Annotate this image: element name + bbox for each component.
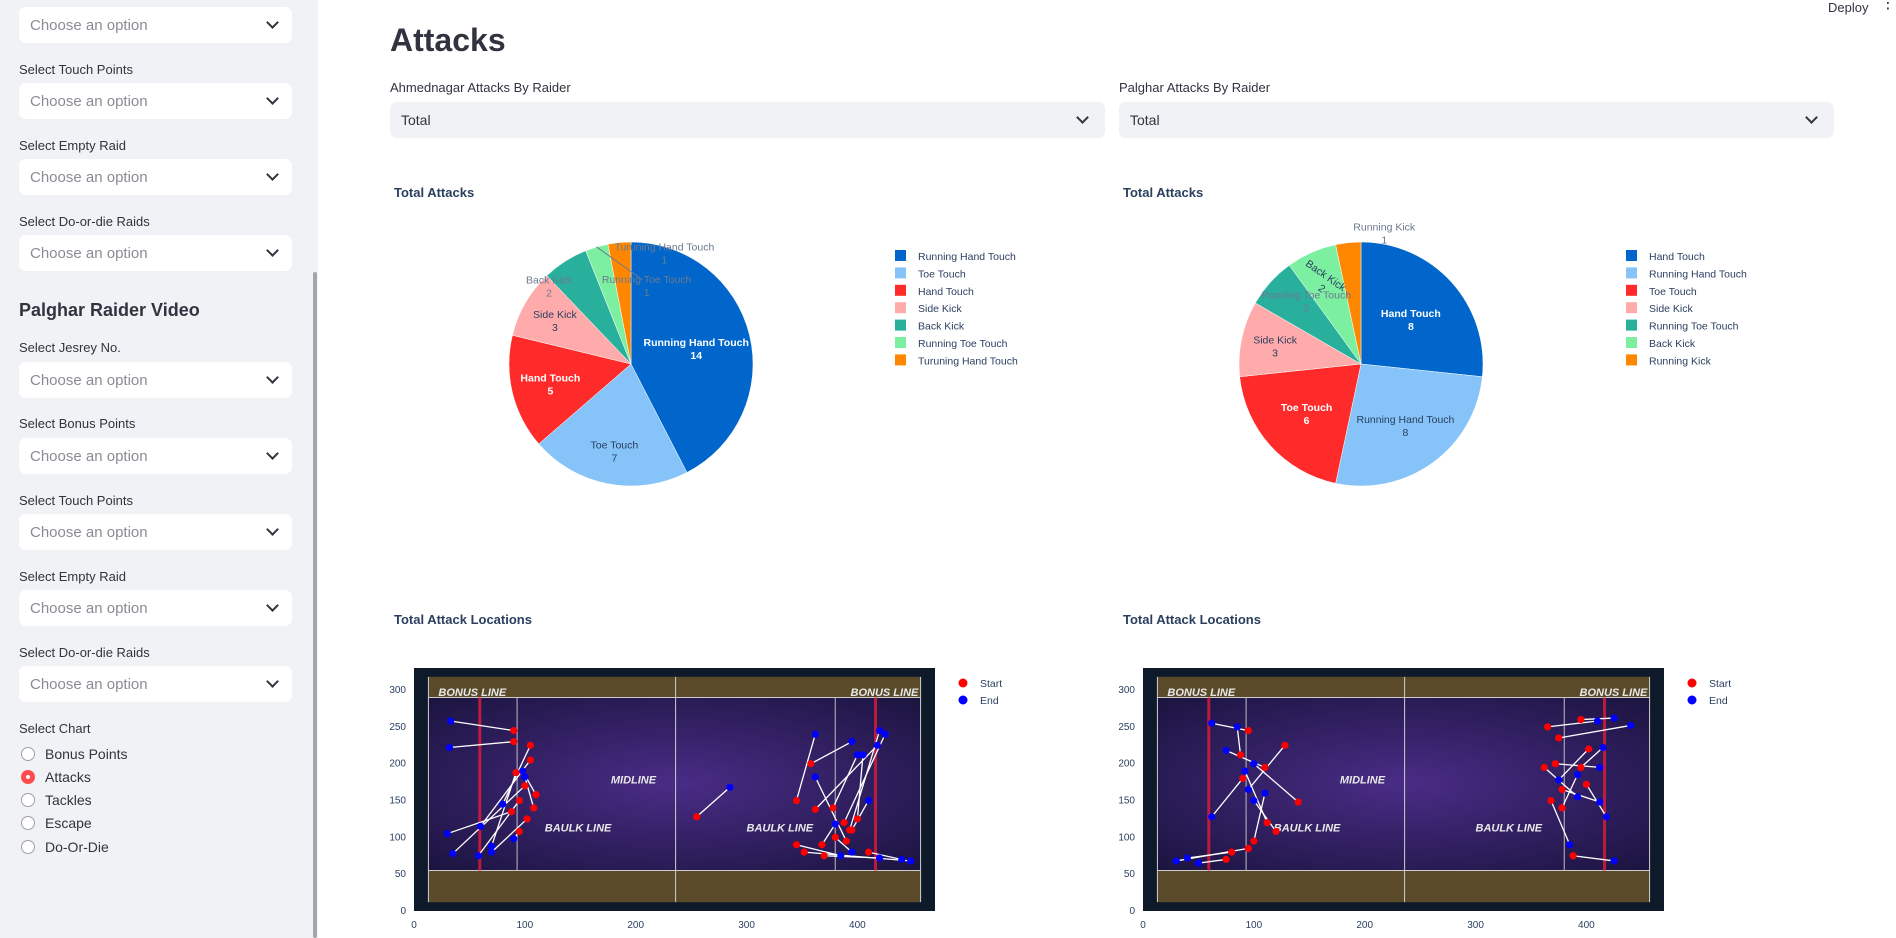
legend-end-label: End (1709, 695, 1728, 707)
end-point (1208, 719, 1216, 727)
start-point (1263, 819, 1271, 827)
end-point (1250, 796, 1258, 805)
start-point (1585, 745, 1593, 753)
right-scatter-chart: BONUS LINE BONUS LINE MIDLINE BAULK LINE BAU… (1118, 668, 1731, 931)
end-point (1555, 776, 1563, 784)
start-point (1540, 763, 1548, 772)
start-point (1544, 723, 1552, 731)
start-point (1222, 855, 1230, 864)
end-point (1627, 721, 1635, 730)
end-point (1261, 789, 1269, 797)
start-point (1272, 827, 1280, 836)
end-point (1596, 798, 1604, 806)
end-point (1194, 859, 1203, 867)
x-tick-label: 200 (1356, 920, 1373, 931)
y-tick-label: 200 (1118, 759, 1135, 770)
start-point (1555, 734, 1563, 742)
legend-start-marker (1687, 678, 1697, 688)
end-point (1172, 857, 1180, 865)
start-point (1569, 852, 1577, 860)
start-point (1551, 760, 1559, 768)
y-tick-label: 0 (1129, 906, 1135, 917)
start-point (1547, 796, 1555, 805)
end-point (1222, 746, 1230, 755)
start-point (1228, 848, 1236, 856)
start-point (1236, 751, 1245, 759)
start-point (1239, 774, 1247, 783)
end-point (1233, 723, 1241, 731)
bonus-line-text-right: BONUS LINE (1580, 687, 1649, 699)
y-tick-label: 150 (1118, 796, 1135, 807)
end-point (1599, 743, 1607, 752)
x-tick-label: 300 (1467, 920, 1484, 931)
y-tick-label: 50 (1124, 869, 1136, 880)
end-point (1610, 714, 1618, 722)
start-point (1261, 763, 1269, 772)
start-point (1244, 726, 1252, 735)
end-point (1566, 841, 1574, 849)
end-point (1602, 813, 1610, 821)
end-point (1208, 813, 1216, 821)
start-point (1558, 804, 1566, 812)
end-point (1610, 857, 1618, 865)
baulk-line-text-left: BAULK LINE (1274, 822, 1341, 834)
y-tick-label: 300 (1118, 685, 1135, 696)
legend-start-label: Start (1709, 678, 1731, 690)
app-window: Choose an option Select Touch Points Cho… (0, 0, 1896, 938)
y-tick-label: 100 (1118, 832, 1135, 843)
x-tick-label: 100 (1246, 920, 1263, 931)
end-point (1573, 793, 1582, 801)
end-point (1244, 785, 1252, 794)
midline-text: MIDLINE (1340, 775, 1386, 787)
end-point (1596, 763, 1604, 772)
start-point (1244, 844, 1252, 853)
bonus-line-right (1603, 697, 1607, 871)
end-point (1573, 771, 1582, 779)
court-image: BONUS LINE BONUS LINE MIDLINE BAULK LINE BAU… (1143, 668, 1664, 911)
start-point (1577, 763, 1585, 772)
end-point (1183, 854, 1191, 862)
legend-end-marker (1687, 695, 1697, 705)
x-tick-label: 0 (1140, 920, 1146, 931)
end-point (1241, 767, 1249, 775)
x-tick-label: 400 (1578, 920, 1595, 931)
baulk-line-text-right: BAULK LINE (1476, 822, 1543, 834)
end-point (1250, 760, 1258, 768)
start-point (1294, 798, 1302, 806)
end-point (1593, 717, 1602, 725)
start-point (1582, 780, 1591, 788)
start-point (1577, 715, 1585, 724)
start-point (1558, 785, 1566, 794)
start-point (1250, 837, 1258, 845)
bonus-line-text-left: BONUS LINE (1167, 687, 1236, 699)
start-point (1281, 741, 1289, 749)
y-tick-label: 250 (1118, 722, 1135, 733)
